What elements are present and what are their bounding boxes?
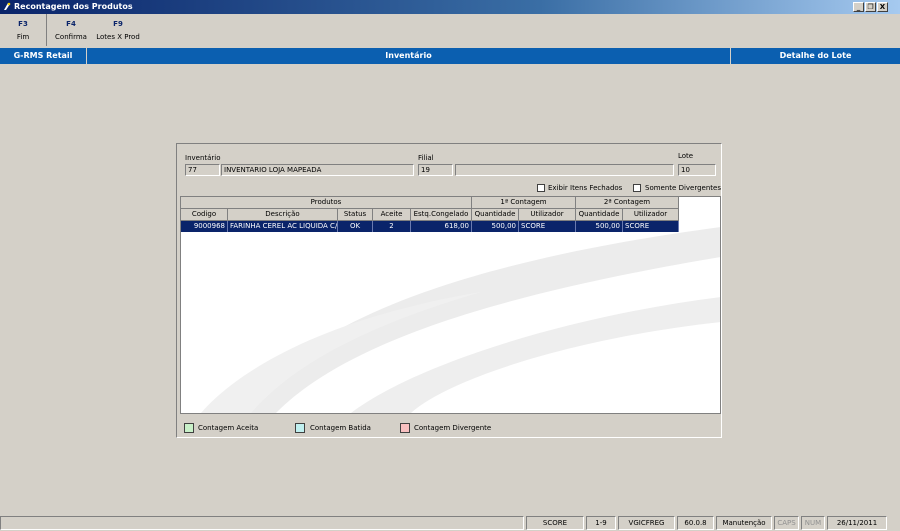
status-bar: SCORE 1-9 VGICFREG 60.0.8 Manutenção CAP… [0,515,900,531]
exibir-itens-fechados-label: Exibir Itens Fechados [548,184,623,192]
legend-divergente-label: Contagem Divergente [414,424,492,432]
inventario-name-field[interactable]: INVENTARIO LOJA MAPEADA [221,164,414,176]
filial-label: Filial [418,154,434,162]
confirma-key: F4 [66,20,76,28]
fim-button[interactable]: F3 Fim [3,17,43,45]
cell-estq-congelado: 618,00 [411,221,472,232]
cell-quantidade-1: 500,00 [472,221,519,232]
toolbar-separator [46,14,47,46]
window-title-bar: Recontagem dos Produtos _ ❐ X [0,0,900,14]
status-store: 1-9 [586,516,616,530]
status-caps: CAPS [774,516,799,530]
column-header-aceite[interactable]: Aceite [373,209,411,221]
inventario-label: Inventário [185,154,221,162]
band-app-name: G-RMS Retail [13,51,73,60]
close-button[interactable]: X [877,2,888,12]
somente-divergentes-checkbox[interactable] [633,184,641,192]
legend-batida-label: Contagem Batida [310,424,371,432]
confirma-button[interactable]: F4 Confirma [50,17,92,45]
confirma-label: Confirma [55,33,87,41]
cell-codigo: 9000968 [181,221,228,232]
band-module: Inventário [385,51,432,60]
column-header-status[interactable]: Status [338,209,373,221]
lotes-x-prod-label: Lotes X Prod [96,33,140,41]
status-user: SCORE [526,516,584,530]
status-program: VGICFREG [618,516,675,530]
filial-code-field[interactable]: 19 [418,164,453,176]
cell-utilizador-1: SCORE [519,221,576,232]
filial-name-field[interactable] [455,164,674,176]
header-band: G-RMS Retail Inventário Detalhe do Lote [0,48,900,64]
cell-quantidade-2: 500,00 [576,221,623,232]
status-num: NUM [801,516,825,530]
legend-divergente-swatch [400,423,410,433]
group-header-contagem-2: 2ª Contagem [576,197,679,209]
app-icon [4,2,11,10]
lotes-x-prod-button[interactable]: F9 Lotes X Prod [94,17,142,45]
column-header-codigo[interactable]: Codigo [181,209,228,221]
products-grid[interactable]: Produtos 1ª Contagem 2ª Contagem Codigo … [180,196,721,414]
fim-label: Fim [16,33,30,41]
column-header-utilizador-1[interactable]: Utilizador [519,209,576,221]
fim-key: F3 [18,20,28,28]
lote-field[interactable]: 10 [678,164,716,176]
status-date: 26/11/2011 [827,516,887,530]
band-detail: Detalhe do Lote [779,51,852,60]
cell-status: OK [338,221,373,232]
toolbar: F3 Fim F4 Confirma F9 Lotes X Prod [0,14,900,46]
restore-icon: ❐ [867,3,874,11]
cell-aceite: 2 [373,221,411,232]
window-title: Recontagem dos Produtos [14,2,133,11]
table-row[interactable]: 9000968 FARINHA CEREL AC LIQUIDA C/ OK 2… [181,221,679,232]
inventario-code-field[interactable]: 77 [185,164,220,176]
group-header-contagem-1: 1ª Contagem [472,197,576,209]
cell-utilizador-2: SCORE [623,221,679,232]
lotes-x-prod-key: F9 [113,20,123,28]
column-header-descricao[interactable]: Descrição [228,209,338,221]
legend-aceita-label: Contagem Aceita [198,424,259,432]
minimize-button[interactable]: _ [853,2,864,12]
column-header-quantidade-1[interactable]: Quantidade [472,209,519,221]
legend-aceita-swatch [184,423,194,433]
exibir-itens-fechados-checkbox[interactable] [537,184,545,192]
lote-label: Lote [678,152,694,160]
restore-button[interactable]: ❐ [865,2,876,12]
column-header-estq-congelado[interactable]: Estq.Congelado [411,209,472,221]
status-message [0,516,524,530]
status-mode: Manutenção [716,516,772,530]
column-header-utilizador-2[interactable]: Utilizador [623,209,679,221]
column-header-quantidade-2[interactable]: Quantidade [576,209,623,221]
legend-batida-swatch [295,423,305,433]
somente-divergentes-label: Somente Divergentes [645,184,721,192]
status-version: 60.0.8 [677,516,714,530]
cell-descricao: FARINHA CEREL AC LIQUIDA C/ [228,221,338,232]
group-header-produtos: Produtos [181,197,472,209]
